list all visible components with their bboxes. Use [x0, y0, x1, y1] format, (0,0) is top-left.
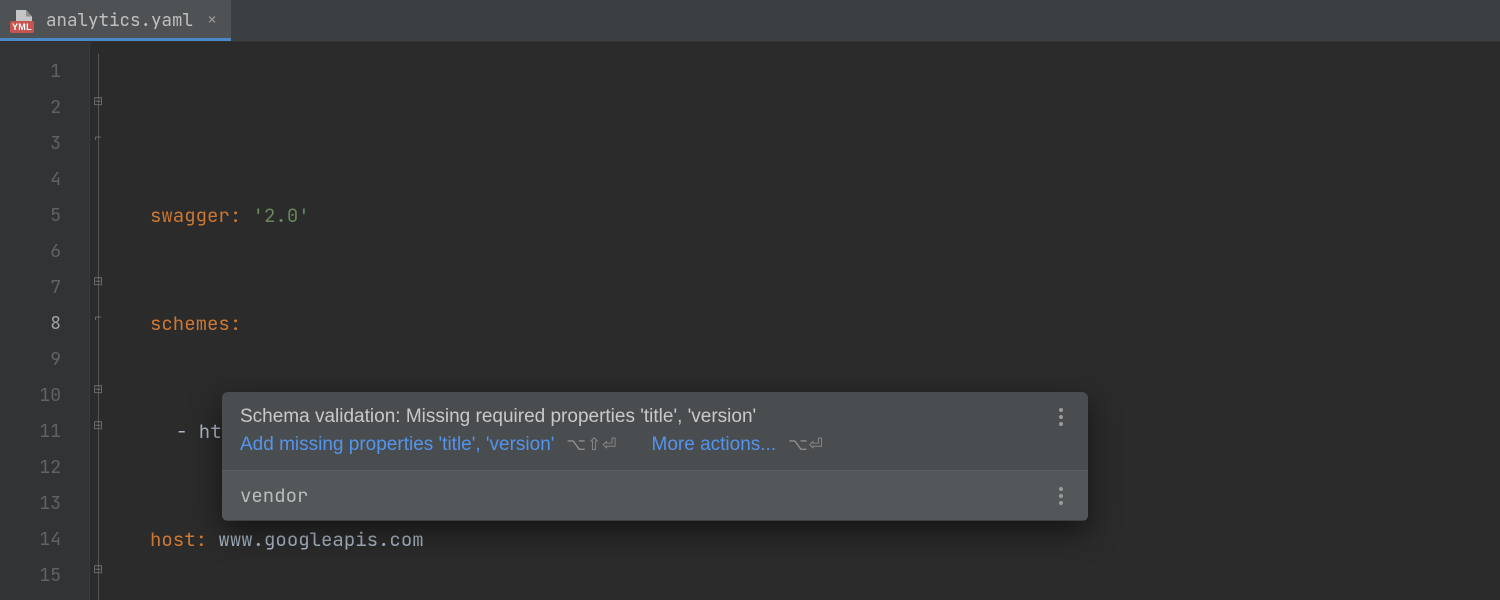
code-editor[interactable]: 1 2 3 4 5 6 7 8 9 10 11 12 13 14 15 ⊟ ⌐ … [0, 42, 1500, 600]
fold-end-icon: ⌐ [91, 310, 105, 324]
line-number: 1 [0, 54, 89, 90]
line-number: 2 [0, 90, 89, 126]
fold-gutter: ⊟ ⌐ ⊟ ⌐ ⊟ ⊟ ⊟ [90, 42, 140, 600]
popup-more-options-icon[interactable] [1052, 408, 1070, 426]
fold-toggle-icon[interactable]: ⊟ [91, 418, 105, 432]
line-number: 4 [0, 162, 89, 198]
line-number: 5 [0, 198, 89, 234]
tab-bar: YML analytics.yaml × [0, 0, 1500, 42]
yaml-key: schemes [150, 306, 230, 342]
line-number: 6 [0, 234, 89, 270]
shortcut-hint: ⌥⇧⏎ [566, 435, 617, 455]
fold-toggle-icon[interactable]: ⊟ [91, 382, 105, 396]
line-number: 9 [0, 342, 89, 378]
quick-fix-link[interactable]: Add missing properties 'title', 'version… [240, 434, 554, 456]
fold-toggle-icon[interactable]: ⊟ [91, 562, 105, 576]
line-number: 3 [0, 126, 89, 162]
quick-doc-text: vendor [240, 483, 308, 508]
yaml-key: swagger [150, 198, 230, 234]
validation-message: Schema validation: Missing required prop… [240, 406, 756, 428]
editor-tab-active[interactable]: YML analytics.yaml × [0, 0, 231, 41]
popup-doc-options-icon[interactable] [1052, 487, 1070, 505]
yaml-value: www.googleapis.com [218, 522, 423, 558]
fold-end-icon: ⌐ [91, 130, 105, 144]
line-number: 15 [0, 558, 89, 594]
line-number: 7 [0, 270, 89, 306]
shortcut-hint: ⌥⏎ [788, 435, 824, 455]
fold-toggle-icon[interactable]: ⊟ [91, 94, 105, 108]
line-number: 14 [0, 522, 89, 558]
fold-toggle-icon[interactable]: ⊟ [91, 274, 105, 288]
yaml-file-icon: YML [10, 10, 36, 32]
line-number: 10 [0, 378, 89, 414]
line-number-gutter: 1 2 3 4 5 6 7 8 9 10 11 12 13 14 15 [0, 42, 90, 600]
inspection-popup: Schema validation: Missing required prop… [222, 392, 1088, 521]
yaml-key: host [150, 522, 196, 558]
line-number: 12 [0, 450, 89, 486]
yaml-value: '2.0' [253, 198, 310, 234]
tab-filename: analytics.yaml [46, 9, 193, 32]
line-number: 13 [0, 486, 89, 522]
more-actions-link[interactable]: More actions... [652, 434, 777, 456]
close-tab-icon[interactable]: × [207, 12, 217, 29]
line-number-current: 8 [0, 306, 89, 342]
line-number: 11 [0, 414, 89, 450]
